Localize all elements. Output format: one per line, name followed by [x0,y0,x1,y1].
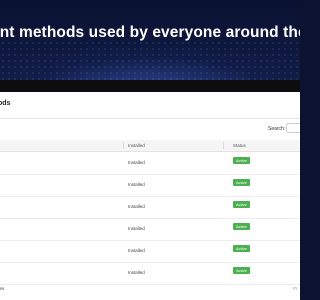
column-header-installed[interactable]: Installed [128,143,145,148]
table-row[interactable]: Installed Active [0,218,300,241]
column-header-status[interactable]: Status [233,143,246,148]
status-badge: Active [233,245,250,252]
installed-cell: Installed [128,182,145,187]
status-badge: Active [233,179,250,186]
status-badge: Active [233,157,250,164]
table-row[interactable]: Installed Active [0,174,300,197]
installed-cell: Installed [128,160,145,165]
installed-cell: Installed [128,226,145,231]
installed-cell: Installed [128,248,145,253]
search-label: Search: [268,126,286,132]
table-row[interactable]: Installed Active [0,152,300,175]
status-badge: Active [233,267,250,274]
status-badge: Active [233,223,250,230]
table-row[interactable]: Installed Active [0,262,300,285]
status-badge: Active [233,201,250,208]
column-separator [223,142,224,149]
installed-cell: Installed [128,204,145,209]
banner-headline: ent methods used by everyone around the [0,24,300,41]
app-screen: ods Search: Installed Status Installed A… [0,92,300,300]
table-header: Installed Status [0,140,300,152]
search-input[interactable] [286,123,300,133]
page-title: ods [0,100,11,107]
pagination-previous[interactable]: Pr [293,286,298,291]
column-separator [123,142,124,149]
banner-dot-pattern [0,40,300,80]
header-divider [0,118,300,119]
table-row[interactable]: Installed Active [0,240,300,263]
promo-banner: ent methods used by everyone around the [0,0,300,80]
installed-cell: Installed [128,270,145,275]
monitor-bezel [0,80,300,92]
entries-info: ries [0,286,5,291]
table-row[interactable]: Installed Active [0,196,300,219]
